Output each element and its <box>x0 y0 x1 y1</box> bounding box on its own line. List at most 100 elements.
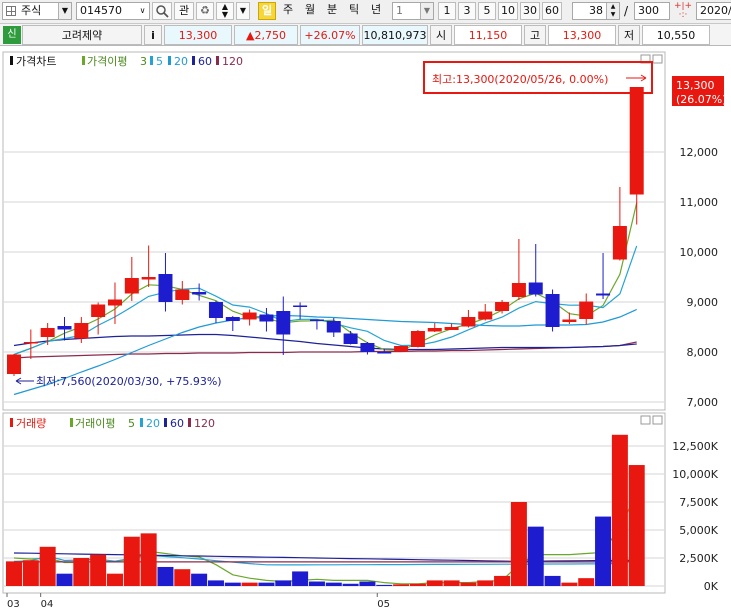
legend-swatch <box>168 56 171 65</box>
stepper-button[interactable]: ▲ ▼ <box>216 2 234 20</box>
candle-body <box>293 305 308 307</box>
settings-button[interactable]: ▼ <box>236 2 250 20</box>
candle-body <box>495 302 510 311</box>
price-pane <box>2 51 666 411</box>
volume-bar <box>561 582 578 586</box>
legend-swatch <box>192 56 195 65</box>
info-button[interactable]: i <box>144 25 162 45</box>
candle-body <box>124 278 139 294</box>
pane-maximize-button[interactable] <box>640 415 651 425</box>
volume-bar <box>275 580 292 586</box>
stock-code-input[interactable]: 014570 ∨ <box>76 2 150 20</box>
candle-body <box>141 277 156 280</box>
volume-ma-prefix: 거래이평 <box>75 417 115 430</box>
candle-body <box>528 282 543 295</box>
volume-chart-title: 거래량 <box>16 417 46 430</box>
candle-body <box>478 311 493 320</box>
menu-grid-icon[interactable] <box>6 6 16 16</box>
stepper-icon[interactable]: ▲ ▼ <box>606 3 619 19</box>
x-tick-label: 04 <box>41 599 54 609</box>
price-ma-120: 120 <box>222 55 243 68</box>
volume-bar <box>393 584 410 586</box>
price-ma-5: 5 <box>156 55 163 68</box>
search-button[interactable] <box>152 2 172 20</box>
volume-bar <box>106 573 123 586</box>
volume-bar <box>409 583 426 586</box>
change-percent: +26.07% <box>300 25 360 45</box>
candle-body <box>175 289 190 300</box>
candle-body <box>360 343 375 352</box>
tab-month[interactable]: 월 <box>300 2 320 20</box>
volume-tick-label: 0K <box>704 580 719 593</box>
legend-swatch <box>10 418 13 427</box>
volume-bar <box>342 583 359 586</box>
volume-bar <box>611 434 628 586</box>
candle-body <box>377 352 392 354</box>
volume-bar <box>22 560 39 586</box>
x-tick-label: 05 <box>377 599 390 609</box>
count-button-10[interactable]: 10 <box>498 2 518 20</box>
high-label: 고 <box>524 25 546 45</box>
page-total-input[interactable]: 300 <box>634 2 670 20</box>
pane-close-button[interactable] <box>652 54 663 64</box>
last-price-percent: (26.07%) <box>676 93 727 106</box>
price-ma-60: 60 <box>198 55 212 68</box>
candle-body <box>612 226 627 260</box>
count-button-30[interactable]: 30 <box>520 2 540 20</box>
chevron-down-icon: ▼ <box>221 10 229 19</box>
volume-bar <box>426 580 443 586</box>
volume-bar <box>123 536 140 586</box>
volume-bar <box>376 584 393 586</box>
chevron-down-icon[interactable]: ▼ <box>420 3 433 19</box>
tab-minute[interactable]: 분 <box>322 2 342 20</box>
tab-year[interactable]: 년 <box>366 2 386 20</box>
expand-icon: +|+ ·:· <box>673 2 693 20</box>
tab-tick[interactable]: 틱 <box>344 2 364 20</box>
unit-select[interactable]: 1 ▼ <box>392 2 434 20</box>
volume-bar <box>73 558 90 586</box>
candle-body <box>545 294 560 327</box>
price-tick-label: 9,000 <box>687 296 719 309</box>
price-tick-label: 10,000 <box>680 246 719 259</box>
page-separator: / <box>624 4 629 18</box>
count-button-60[interactable]: 60 <box>542 2 562 20</box>
search-icon <box>156 5 169 18</box>
price-tick-label: 8,000 <box>687 346 719 359</box>
volume-bar <box>90 554 107 586</box>
count-button-1[interactable]: 1 <box>438 2 456 20</box>
price-ma-prefix: 가격이평 <box>87 55 127 68</box>
candle-body <box>343 333 358 344</box>
price-change: ▲2,750 <box>234 25 298 45</box>
volume-bar <box>527 526 544 586</box>
candle-body <box>74 323 89 339</box>
refresh-button[interactable]: ♻ <box>196 2 214 20</box>
tab-week[interactable]: 주 <box>278 2 298 20</box>
candle-body <box>57 326 72 330</box>
chevron-down-icon[interactable]: ∨ <box>136 3 149 19</box>
legend-swatch <box>188 418 191 427</box>
tab-day[interactable]: 일 <box>258 2 276 20</box>
candle-body <box>91 304 106 317</box>
candle-body <box>242 312 257 320</box>
date-input[interactable]: 2020/0 <box>696 2 731 20</box>
legend-swatch <box>150 56 153 65</box>
count-button-3[interactable]: 3 <box>458 2 476 20</box>
last-price-value: 13,300 <box>676 79 715 92</box>
candle-body <box>208 302 223 318</box>
pane-close-button[interactable] <box>652 415 663 425</box>
volume-bar <box>460 582 477 586</box>
volume-bar <box>56 573 73 586</box>
watchlist-button[interactable]: 관 <box>174 2 194 20</box>
trade-volume: 10,810,973 <box>362 25 428 45</box>
chevron-down-icon: ▼ <box>239 6 247 15</box>
min-price-annotation: 최저:7,560(2020/03/30, +75.93%) <box>15 375 222 388</box>
market-type-select[interactable]: 주식 ▼ <box>2 2 72 20</box>
count-button-5[interactable]: 5 <box>478 2 496 20</box>
expand-button[interactable]: +|+ ·:· <box>672 2 694 20</box>
chevron-down-icon[interactable]: ▼ <box>58 3 71 19</box>
volume-bar <box>578 578 595 586</box>
price-ma-3: 3 <box>140 55 147 68</box>
page-current-input[interactable]: 38 ▲ ▼ <box>572 2 620 20</box>
price-tick-label: 11,000 <box>680 196 719 209</box>
volume-bar <box>544 575 561 586</box>
